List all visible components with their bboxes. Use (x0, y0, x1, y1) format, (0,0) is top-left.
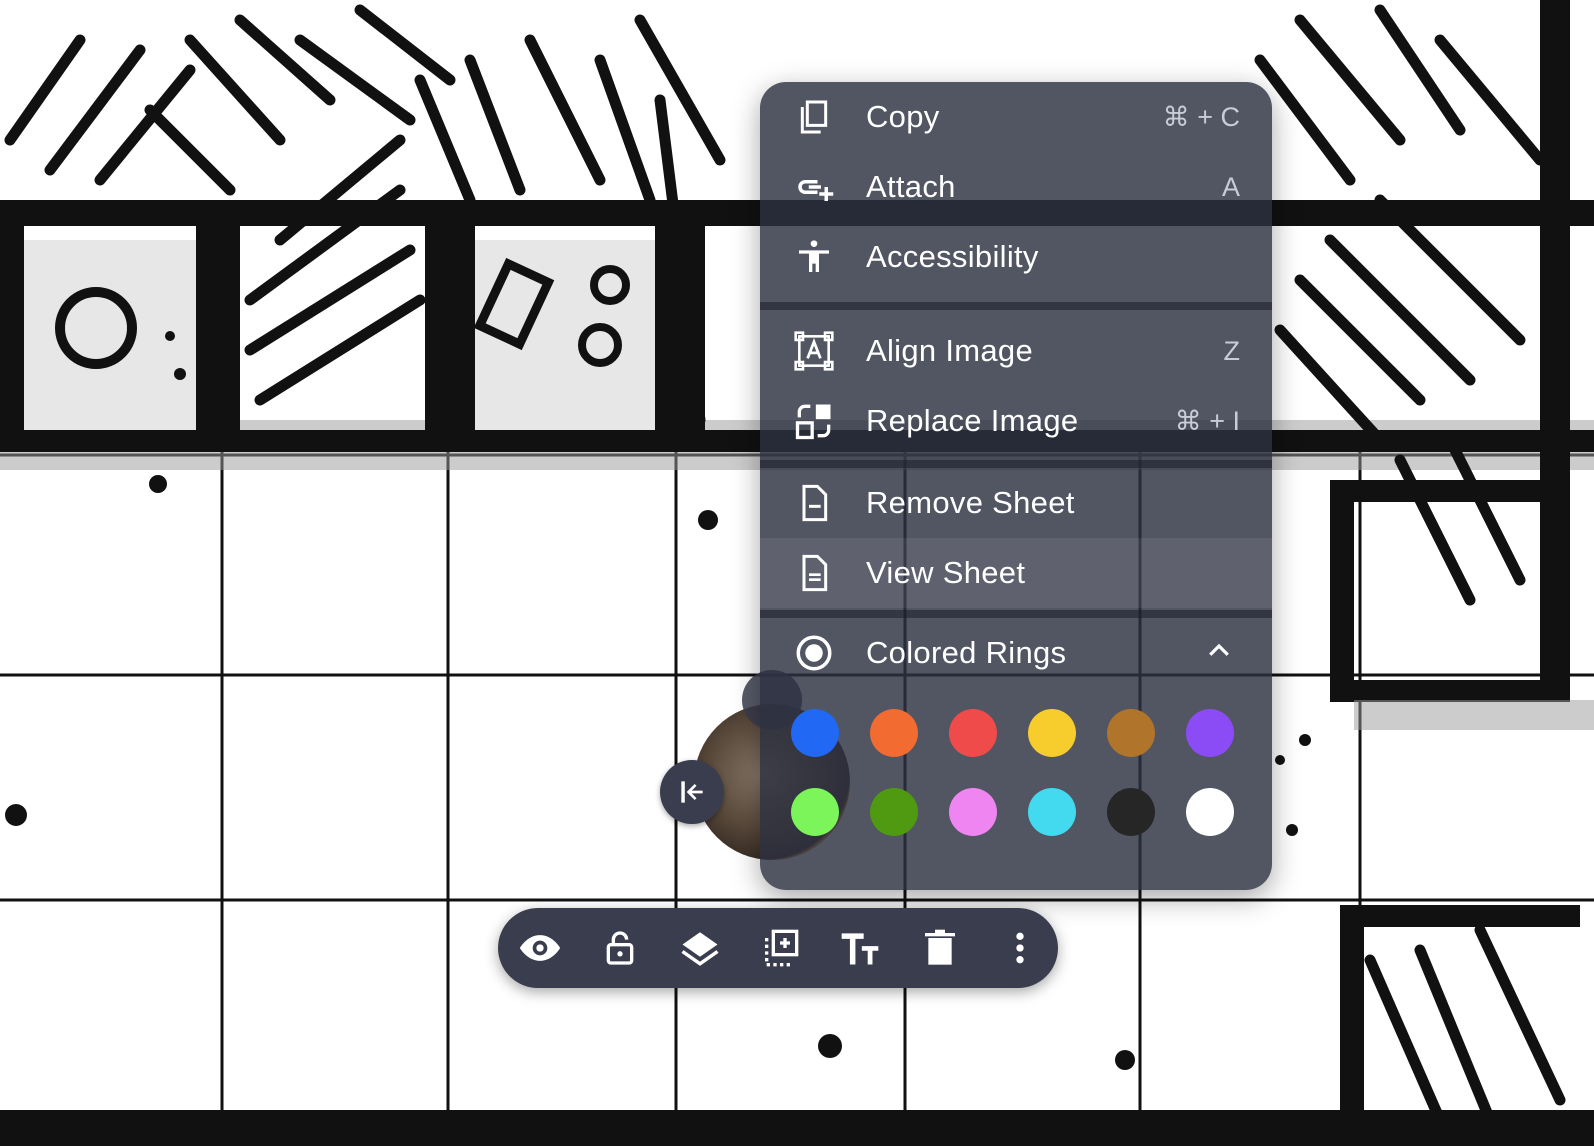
ring-color-swatch[interactable] (791, 709, 839, 757)
ring-color-swatch[interactable] (870, 788, 918, 836)
ring-color-swatch[interactable] (1107, 788, 1155, 836)
context-menu: Copy ⌘ + C Attach A Accessibility Align … (760, 82, 1272, 890)
align-image-icon (792, 329, 836, 373)
menu-item-view-sheet[interactable]: View Sheet (760, 538, 1272, 608)
view-sheet-icon (792, 551, 836, 595)
menu-item-shortcut: ⌘ + C (1162, 101, 1240, 132)
visibility-button[interactable] (516, 924, 564, 972)
layer-button[interactable] (676, 924, 724, 972)
ring-color-swatch[interactable] (1028, 709, 1076, 757)
attach-icon (792, 165, 836, 209)
ring-color-swatch[interactable] (949, 709, 997, 757)
ring-color-swatch[interactable] (949, 788, 997, 836)
copy-icon (792, 95, 836, 139)
remove-sheet-icon (792, 481, 836, 525)
menu-divider (760, 610, 1272, 618)
delete-button[interactable] (916, 924, 964, 972)
lock-button[interactable] (596, 924, 644, 972)
menu-item-label: View Sheet (866, 555, 1026, 590)
colored-rings-icon (792, 631, 836, 675)
menu-item-label: Colored Rings (866, 635, 1067, 670)
layers-icon (681, 932, 719, 966)
trash-icon (925, 929, 955, 965)
menu-item-shortcut: ⌘ + I (1174, 405, 1240, 436)
ring-color-swatch[interactable] (1186, 709, 1234, 757)
menu-item-colored-rings[interactable]: Colored Rings (760, 618, 1272, 688)
ring-color-swatch[interactable] (870, 709, 918, 757)
duplicate-button[interactable] (756, 924, 804, 972)
more-vertical-icon (1016, 932, 1024, 964)
menu-item-shortcut: A (1221, 171, 1240, 202)
menu-item-label: Attach (866, 169, 956, 204)
more-button[interactable] (996, 924, 1044, 972)
menu-divider (760, 302, 1272, 310)
duplicate-icon (765, 929, 799, 967)
menu-item-label: Replace Image (866, 403, 1079, 438)
menu-divider (760, 460, 1272, 468)
unlock-icon (606, 931, 634, 965)
ring-color-swatch[interactable] (1107, 709, 1155, 757)
menu-item-remove-sheet[interactable]: Remove Sheet (760, 468, 1272, 538)
accessibility-icon (792, 235, 836, 279)
ring-color-swatch[interactable] (1186, 788, 1234, 836)
menu-item-accessibility[interactable]: Accessibility (760, 222, 1272, 292)
text-size-icon (841, 933, 879, 965)
replace-image-icon (792, 399, 836, 443)
ring-color-swatch[interactable] (791, 788, 839, 836)
menu-item-label: Copy (866, 99, 940, 134)
menu-item-label: Remove Sheet (866, 485, 1075, 520)
menu-item-label: Align Image (866, 333, 1034, 368)
menu-item-replace-image[interactable]: Replace Image ⌘ + I (760, 386, 1272, 456)
menu-item-shortcut: Z (1223, 335, 1241, 366)
chevron-up-icon[interactable] (1204, 636, 1234, 671)
text-size-button[interactable] (836, 924, 884, 972)
menu-item-copy[interactable]: Copy ⌘ + C (760, 82, 1272, 152)
menu-item-label: Accessibility (866, 239, 1039, 274)
eye-icon (519, 935, 561, 961)
collapse-handle[interactable] (660, 760, 724, 824)
menu-item-align-image[interactable]: Align Image Z (760, 316, 1272, 386)
collapse-left-icon (681, 781, 703, 803)
ring-color-swatch[interactable] (1028, 788, 1076, 836)
menu-item-attach[interactable]: Attach A (760, 152, 1272, 222)
token-toolbar (498, 908, 1058, 988)
